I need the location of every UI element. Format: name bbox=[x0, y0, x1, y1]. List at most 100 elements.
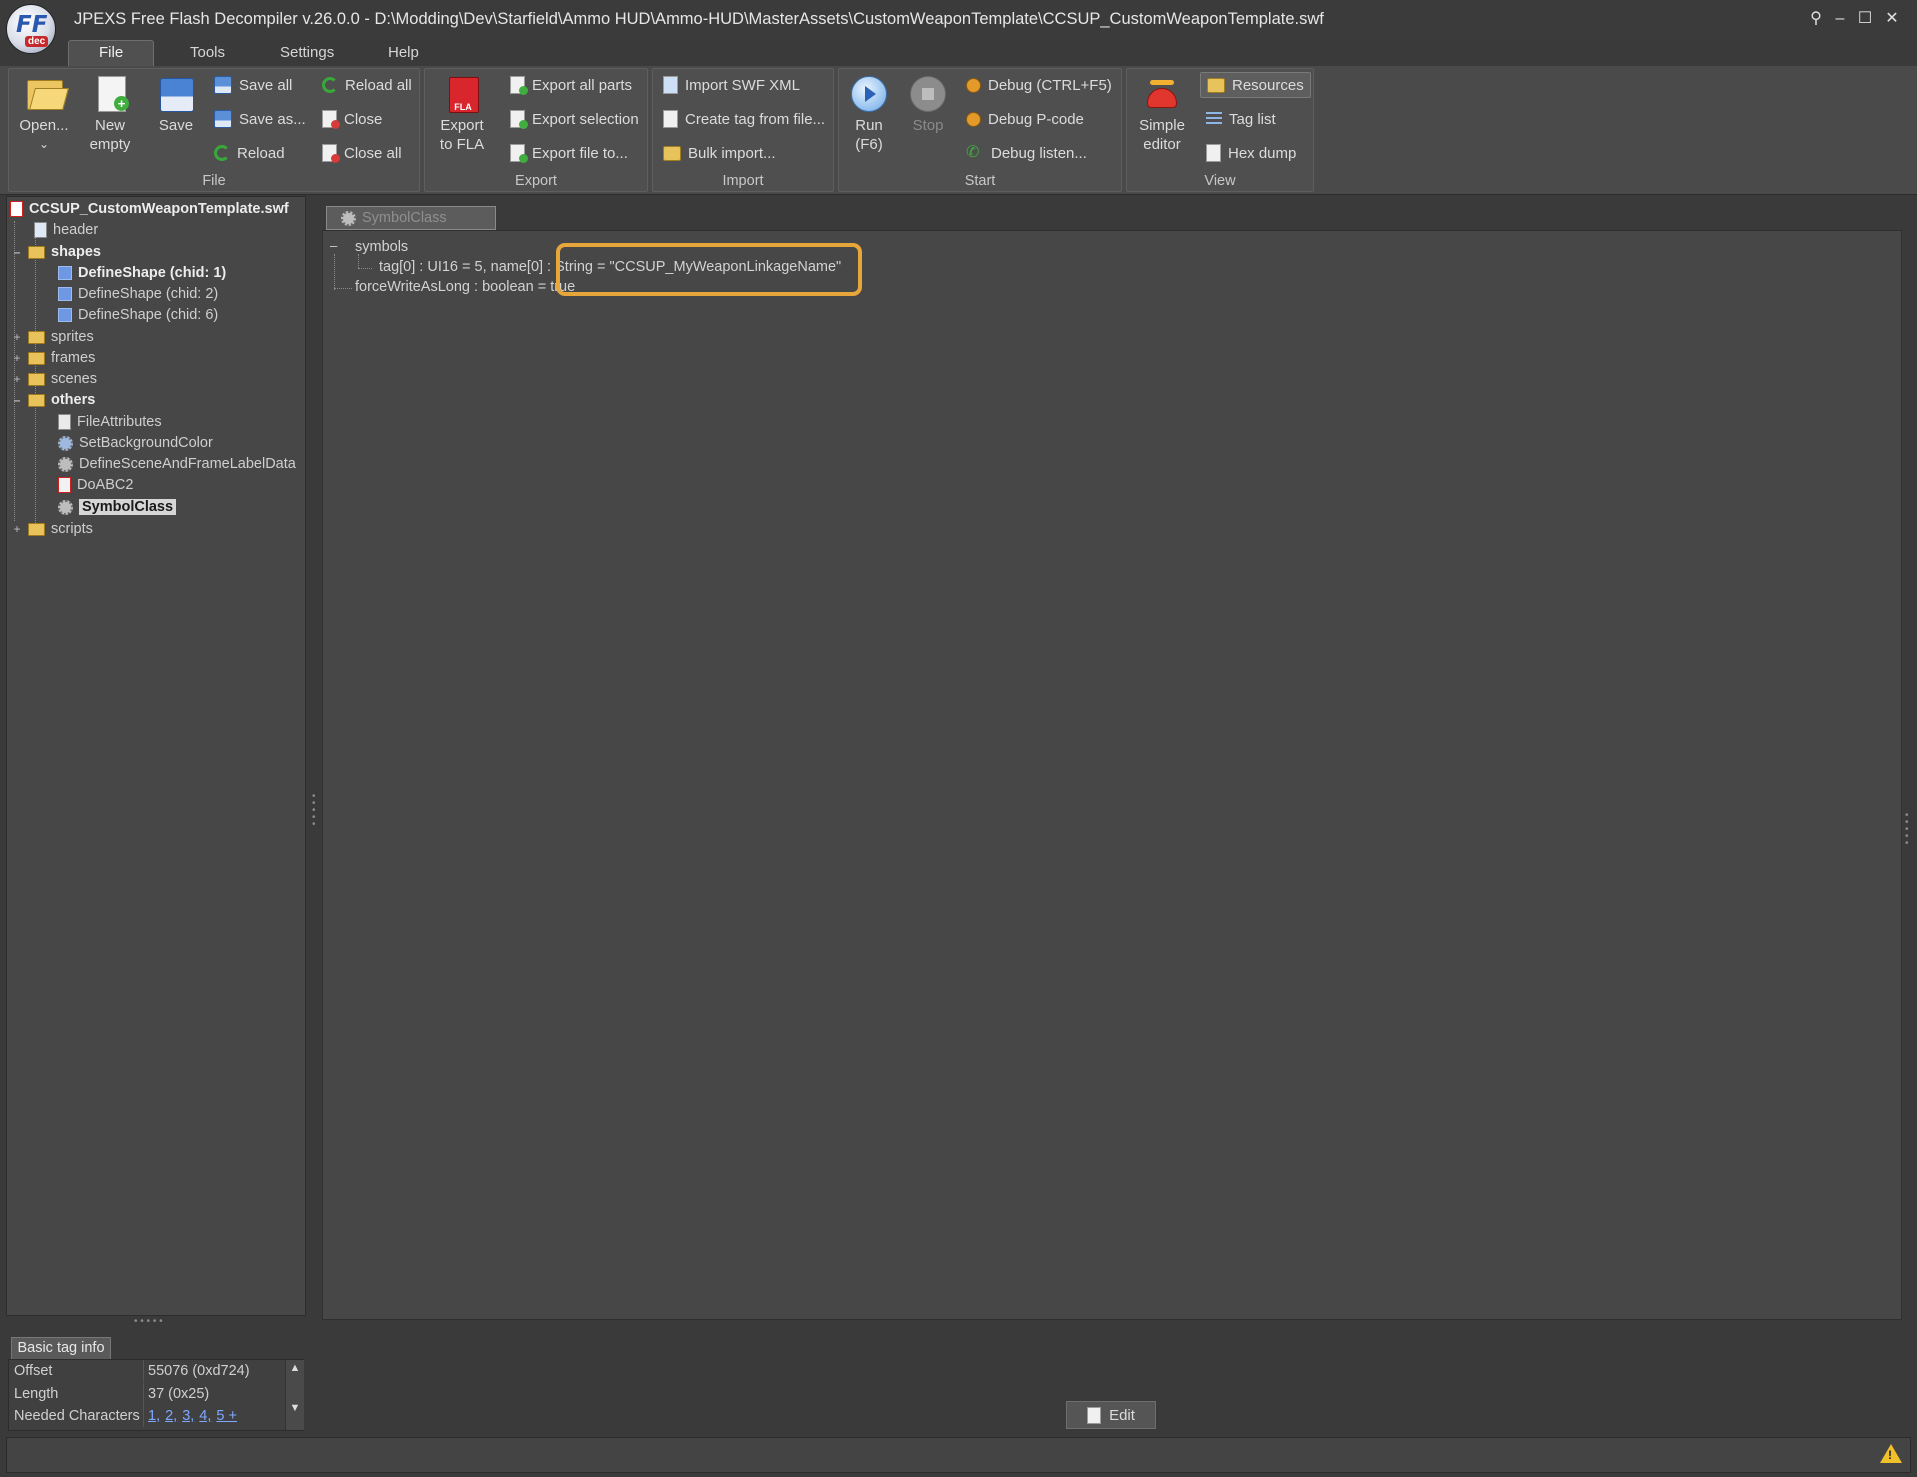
character-link[interactable]: 4, bbox=[199, 1408, 211, 1424]
resources-folder-icon bbox=[1207, 77, 1225, 93]
tree-item-shapes[interactable]: – shapes bbox=[12, 242, 101, 262]
open-button[interactable]: Open... ⌄ bbox=[14, 74, 74, 154]
right-splitter-grip[interactable]: • • • • • bbox=[1905, 811, 1911, 849]
tree-item-header[interactable]: header bbox=[34, 220, 98, 240]
expand-icon[interactable]: + bbox=[12, 351, 22, 365]
basic-tag-info-tab[interactable]: Basic tag info bbox=[11, 1337, 111, 1359]
edit-button[interactable]: Edit bbox=[1066, 1401, 1156, 1429]
info-key: Offset bbox=[9, 1360, 144, 1382]
tree-item-scenes[interactable]: + scenes bbox=[12, 369, 96, 389]
pin-icon[interactable]: ⚲ bbox=[1805, 8, 1827, 30]
collapse-icon[interactable]: – bbox=[12, 245, 22, 259]
save-button[interactable]: Save bbox=[148, 74, 204, 135]
character-link[interactable]: 1, bbox=[148, 1408, 160, 1424]
editor-tab-label: SymbolClass bbox=[362, 210, 447, 226]
debug-pcode-button[interactable]: Debug P-code bbox=[966, 107, 1084, 131]
status-bar bbox=[6, 1437, 1911, 1473]
tree-shapes-label: shapes bbox=[51, 244, 101, 260]
other-label: SetBackgroundColor bbox=[79, 435, 213, 451]
warning-icon[interactable]: ! bbox=[1880, 1444, 1902, 1463]
export-file-to-button[interactable]: Export file to... bbox=[510, 141, 628, 165]
collapse-icon[interactable]: – bbox=[12, 393, 22, 407]
run-button[interactable]: Run (F6) bbox=[842, 74, 896, 154]
debug-button[interactable]: Debug (CTRL+F5) bbox=[966, 73, 1112, 97]
vertical-splitter-grip[interactable]: • • • • • bbox=[312, 792, 318, 830]
folder-open-icon bbox=[24, 74, 69, 114]
tag-list-button[interactable]: Tag list bbox=[1206, 107, 1276, 131]
reload-all-icon bbox=[322, 77, 338, 93]
debug-listen-button[interactable]: ✆ Debug listen... bbox=[966, 141, 1087, 165]
tab-help[interactable]: Help bbox=[388, 44, 419, 61]
save-as-button[interactable]: Save as... bbox=[214, 107, 306, 131]
group-label-view: View bbox=[1204, 173, 1236, 189]
tree-item-shape[interactable]: DefineShape (chid: 2) bbox=[58, 284, 218, 304]
close-label: Close bbox=[344, 110, 383, 128]
chevron-down-icon[interactable]: ⌄ bbox=[14, 135, 74, 154]
expand-icon[interactable]: + bbox=[12, 372, 22, 386]
play-icon bbox=[849, 74, 889, 114]
expand-icon[interactable]: + bbox=[12, 330, 22, 344]
tree-item-other[interactable]: DoABC2 bbox=[58, 475, 133, 495]
editor-tab-symbolclass[interactable]: SymbolClass bbox=[326, 206, 496, 230]
folder-icon bbox=[28, 330, 45, 344]
tree-item-other[interactable]: SetBackgroundColor bbox=[58, 433, 213, 453]
character-link[interactable]: 2, bbox=[165, 1408, 177, 1424]
info-scrollbar[interactable]: ▲ ▼ bbox=[285, 1360, 304, 1430]
reload-button[interactable]: Reload bbox=[214, 141, 285, 165]
swf-file-icon bbox=[10, 201, 23, 217]
tree-item-shape[interactable]: DefineShape (chid: 6) bbox=[58, 305, 218, 325]
expand-icon[interactable]: + bbox=[12, 522, 22, 536]
scroll-down-icon[interactable]: ▼ bbox=[286, 1402, 304, 1414]
symbols-collapse-icon[interactable]: – bbox=[330, 238, 337, 253]
simple-editor-button[interactable]: Simple editor bbox=[1132, 74, 1192, 154]
other-label: DoABC2 bbox=[77, 477, 134, 493]
tree-item-other[interactable]: DefineSceneAndFrameLabelData bbox=[58, 454, 296, 474]
close-file-button[interactable]: Close bbox=[322, 107, 382, 131]
export-selection-icon bbox=[510, 110, 528, 129]
character-link[interactable]: 5 + bbox=[216, 1408, 237, 1424]
maximize-button[interactable]: ☐ bbox=[1854, 8, 1876, 30]
tag-editor-panel[interactable] bbox=[322, 230, 1902, 1320]
save-all-button[interactable]: Save all bbox=[214, 73, 292, 97]
export-all-parts-button[interactable]: Export all parts bbox=[510, 73, 632, 97]
other-label: DefineSceneAndFrameLabelData bbox=[79, 456, 296, 472]
tab-settings[interactable]: Settings bbox=[280, 44, 334, 61]
group-label-start: Start bbox=[964, 173, 996, 189]
tab-tools[interactable]: Tools bbox=[190, 44, 225, 61]
tree-item-others[interactable]: – others bbox=[12, 390, 96, 410]
tree-item-shape[interactable]: DefineShape (chid: 1) bbox=[58, 263, 226, 283]
stop-button[interactable]: Stop bbox=[900, 74, 956, 135]
tree-item-root[interactable]: CCSUP_CustomWeaponTemplate.swf bbox=[10, 199, 289, 219]
horizontal-splitter-grip[interactable]: • • • • • bbox=[134, 1317, 163, 1327]
symbols-node[interactable]: symbols bbox=[355, 239, 408, 255]
hex-dump-button[interactable]: Hex dump bbox=[1206, 141, 1296, 165]
close-all-button[interactable]: Close all bbox=[322, 141, 402, 165]
export-selection-button[interactable]: Export selection bbox=[510, 107, 639, 131]
app-logo-icon[interactable]: FF dec bbox=[6, 4, 56, 54]
tree-item-other[interactable]: FileAttributes bbox=[58, 412, 162, 432]
import-swf-xml-button[interactable]: Import SWF XML bbox=[663, 73, 800, 97]
export-to-fla-button[interactable]: FLA Export to FLA bbox=[432, 74, 492, 154]
tab-file[interactable]: File bbox=[99, 44, 123, 61]
gear-icon bbox=[58, 499, 73, 515]
close-button[interactable]: ✕ bbox=[1881, 8, 1903, 30]
resources-button[interactable]: Resources bbox=[1200, 72, 1311, 98]
import-xml-icon bbox=[663, 76, 678, 94]
reload-label: Reload bbox=[237, 144, 285, 162]
minimize-button[interactable]: – bbox=[1829, 8, 1851, 30]
tree-item-frames[interactable]: + frames bbox=[12, 348, 95, 368]
scroll-up-icon[interactable]: ▲ bbox=[286, 1362, 304, 1374]
create-tag-from-file-button[interactable]: Create tag from file... bbox=[663, 107, 825, 131]
folder-icon bbox=[28, 351, 45, 365]
character-link[interactable]: 3, bbox=[182, 1408, 194, 1424]
reload-all-button[interactable]: Reload all bbox=[322, 73, 412, 97]
tree-item-scripts[interactable]: + scripts bbox=[12, 519, 92, 539]
tag-list-label: Tag list bbox=[1229, 110, 1276, 128]
logo-sub: dec bbox=[25, 36, 49, 47]
new-empty-button[interactable]: + New empty bbox=[80, 74, 140, 154]
simple-editor-label-1: Simple bbox=[1139, 117, 1185, 134]
tree-item-sprites[interactable]: + sprites bbox=[12, 327, 93, 347]
bulk-import-button[interactable]: Bulk import... bbox=[663, 141, 776, 165]
tree-item-other-selected[interactable]: SymbolClass bbox=[58, 497, 177, 517]
force-write-line[interactable]: forceWriteAsLong : boolean = true bbox=[355, 279, 575, 295]
